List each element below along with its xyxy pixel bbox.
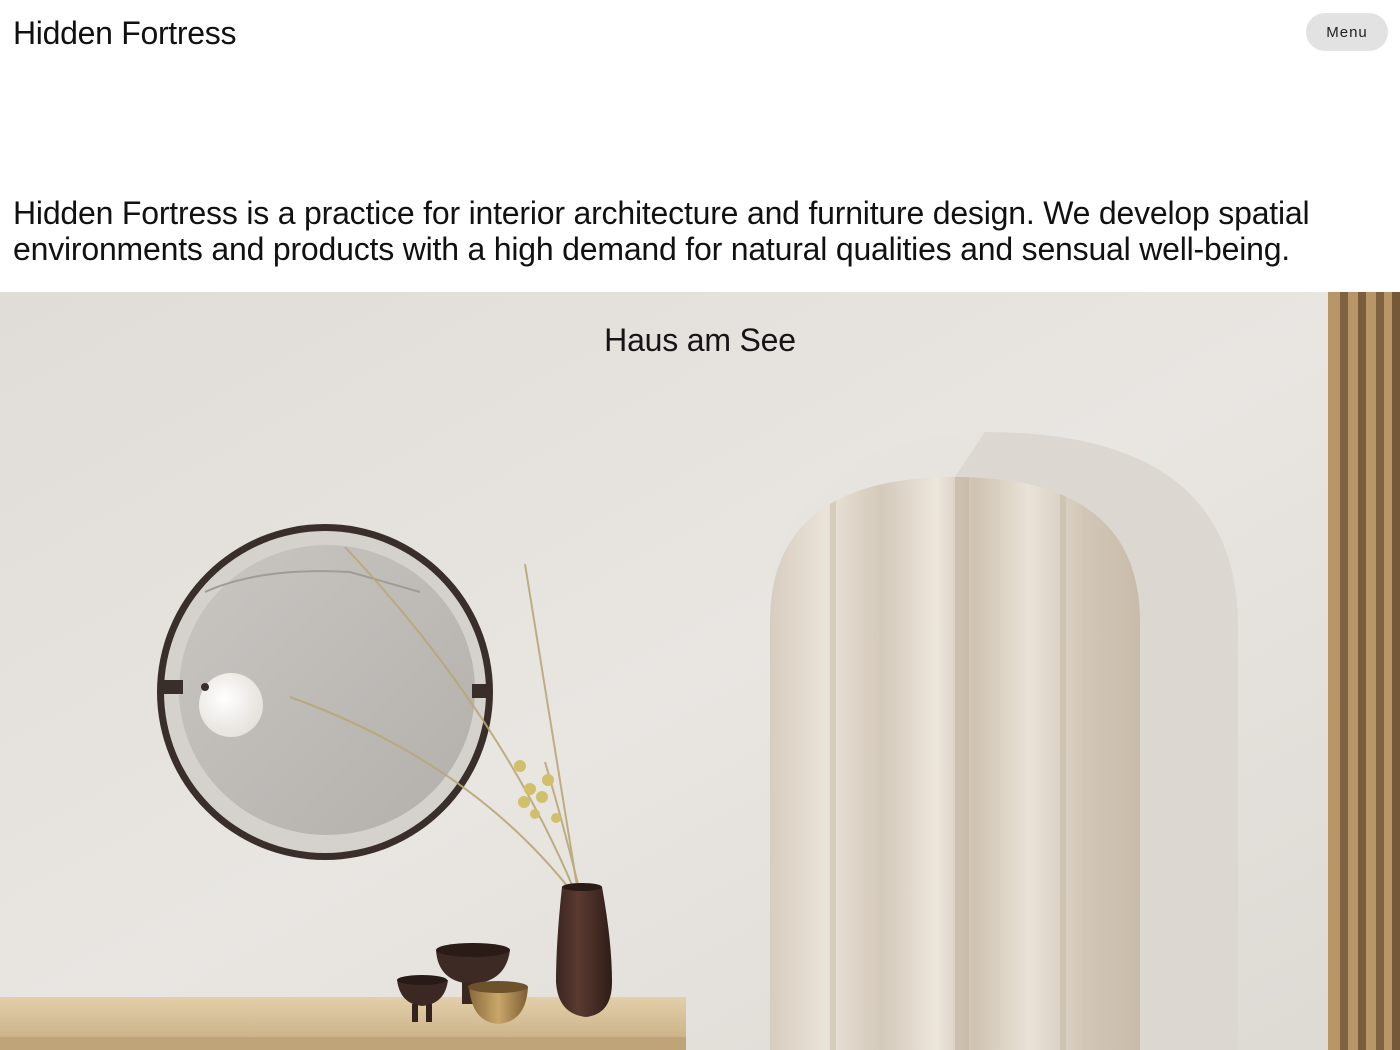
- featured-project-card[interactable]: Haus am See: [0, 292, 1400, 1050]
- project-photo: [0, 292, 1400, 1050]
- site-logo[interactable]: Hidden Fortress: [13, 14, 236, 52]
- menu-button[interactable]: Menu: [1306, 13, 1388, 51]
- intro-text: Hidden Fortress is a practice for interi…: [13, 195, 1310, 267]
- project-title[interactable]: Haus am See: [0, 320, 1400, 360]
- page: Hidden Fortress Menu Hidden Fortress is …: [0, 0, 1400, 1050]
- site-header: Hidden Fortress Menu: [0, 0, 1400, 70]
